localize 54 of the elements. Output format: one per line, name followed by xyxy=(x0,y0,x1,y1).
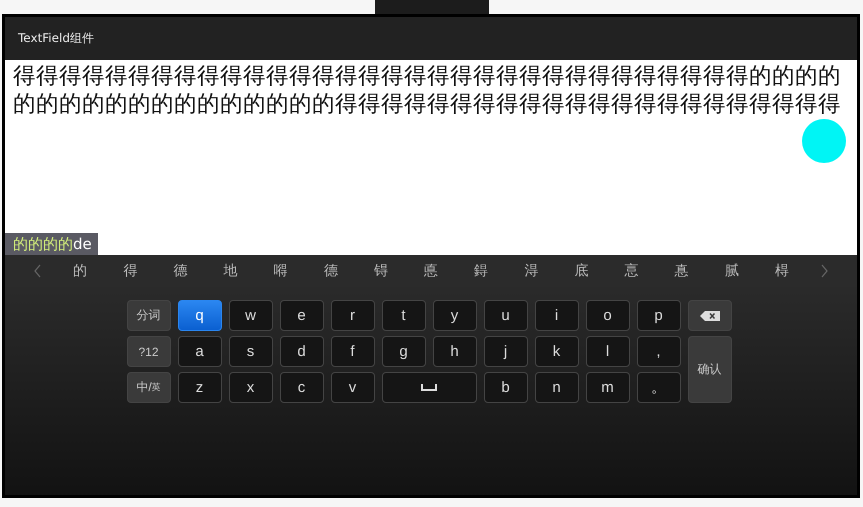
text-field[interactable]: 得得得得得得得得得得得得得得得得得得得得得得得得得得得得得得得得的的的的的的的的的的的的的的的的的的得得得得得得得得得得得得得得得得得得得得得得 xyxy=(5,60,857,118)
letter-key[interactable]: t xyxy=(382,300,426,331)
letter-key[interactable]: x xyxy=(228,372,272,403)
function-key[interactable]: 分词 xyxy=(126,300,170,331)
candidate-word[interactable]: 悥 xyxy=(618,262,644,280)
letter-key[interactable]: r xyxy=(330,300,374,331)
letter-key[interactable]: p xyxy=(636,300,680,331)
letter-key[interactable]: u xyxy=(484,300,528,331)
letter-key[interactable]: y xyxy=(432,300,476,331)
candidate-word[interactable]: 淂 xyxy=(518,262,544,280)
letter-key[interactable]: z xyxy=(178,372,222,403)
window-title: TextField组件 xyxy=(18,30,94,47)
letter-key[interactable]: m xyxy=(586,372,630,403)
letter-key[interactable]: o xyxy=(586,300,630,331)
letter-key[interactable]: k xyxy=(534,336,578,367)
letter-key[interactable]: , xyxy=(636,336,680,367)
confirm-key[interactable]: 确认 xyxy=(688,336,732,403)
candidate-word[interactable]: 鍀 xyxy=(468,262,494,280)
candidate-word[interactable]: 德 xyxy=(318,262,344,280)
candidate-word[interactable]: 底 xyxy=(568,262,594,280)
letter-key[interactable]: q xyxy=(178,300,222,331)
letter-key[interactable]: a xyxy=(178,336,222,367)
composing-text: 的的的的de xyxy=(5,233,98,255)
letter-key[interactable]: i xyxy=(534,300,578,331)
candidate-word[interactable]: 棏 xyxy=(768,262,795,280)
backspace-key[interactable] xyxy=(688,300,732,331)
candidate-word[interactable]: 悳 xyxy=(418,262,444,280)
function-key[interactable]: ?12 xyxy=(126,336,170,367)
space-key[interactable] xyxy=(382,372,476,403)
letter-key[interactable]: c xyxy=(280,372,324,403)
letter-key[interactable]: s xyxy=(228,336,272,367)
candidate-word[interactable]: 惪 xyxy=(668,262,695,280)
backspace-icon xyxy=(700,310,720,320)
letter-key[interactable]: d xyxy=(280,336,324,367)
space-icon xyxy=(421,384,437,391)
letter-key[interactable]: f xyxy=(330,336,374,367)
cursor-handle[interactable] xyxy=(802,119,846,163)
candidate-word[interactable]: 的 xyxy=(67,262,94,280)
candidate-word[interactable]: 腻 xyxy=(718,262,745,280)
candidate-word[interactable]: 得 xyxy=(117,262,144,280)
letter-key[interactable]: w xyxy=(228,300,272,331)
candidate-word[interactable]: 嘚 xyxy=(268,262,294,280)
letter-key[interactable]: b xyxy=(484,372,528,403)
letter-key[interactable]: l xyxy=(586,336,630,367)
letter-key[interactable]: e xyxy=(280,300,324,331)
letter-key[interactable]: 。 xyxy=(636,372,680,403)
letter-key[interactable]: v xyxy=(330,372,374,403)
letter-key[interactable]: h xyxy=(432,336,476,367)
candidate-word[interactable]: 德 xyxy=(167,262,194,280)
letter-key[interactable]: j xyxy=(484,336,528,367)
letter-key[interactable]: g xyxy=(382,336,426,367)
candidate-word[interactable]: 地 xyxy=(218,262,244,280)
candidate-word[interactable]: 锝 xyxy=(368,262,394,280)
letter-key[interactable]: n xyxy=(534,372,578,403)
